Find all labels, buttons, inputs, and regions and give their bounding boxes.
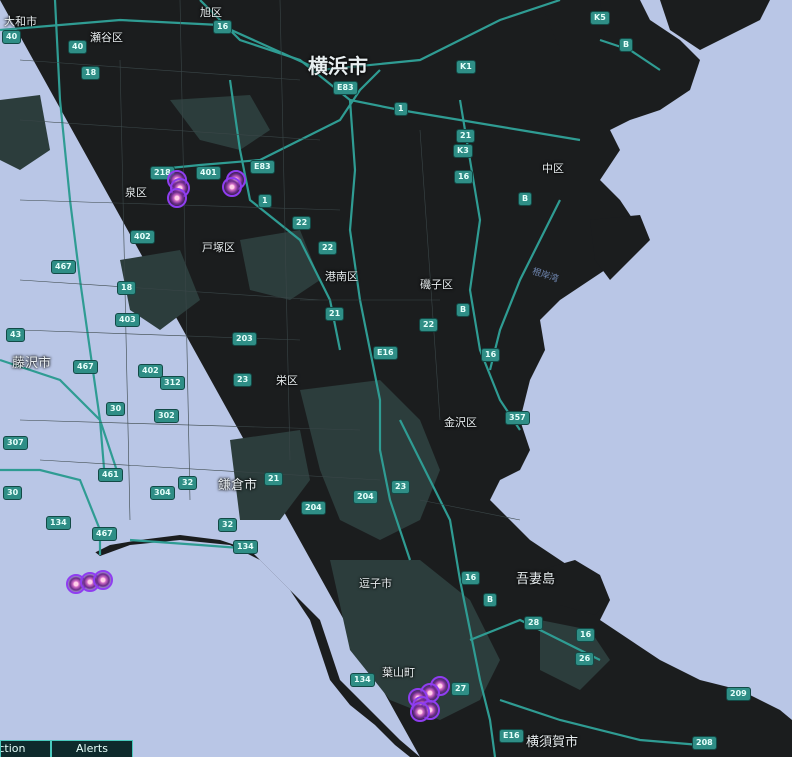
route-shield: 22 bbox=[292, 216, 312, 230]
route-shield: 134 bbox=[46, 516, 71, 530]
route-shield: 23 bbox=[233, 373, 253, 387]
route-shield: 307 bbox=[3, 436, 28, 450]
route-shield: 32 bbox=[218, 518, 238, 532]
place-label-owada: 大和市 bbox=[4, 15, 37, 28]
place-label-isogo: 磯子区 bbox=[420, 278, 453, 291]
tab-action[interactable]: Action bbox=[0, 740, 51, 757]
route-shield: 403 bbox=[115, 313, 140, 327]
route-shield: 21 bbox=[456, 129, 476, 143]
place-label-azuma: 吾妻島 bbox=[516, 572, 556, 587]
route-shield: 1 bbox=[394, 102, 408, 116]
route-shield: 401 bbox=[196, 166, 221, 180]
route-shield: 16 bbox=[213, 20, 233, 34]
place-label-konan: 港南区 bbox=[325, 270, 358, 283]
route-shield: 21 bbox=[325, 307, 345, 321]
route-shield: B bbox=[483, 593, 498, 607]
route-shield: 26 bbox=[575, 652, 595, 666]
place-label-izumi: 泉区 bbox=[125, 186, 147, 199]
route-shield: 28 bbox=[524, 616, 544, 630]
route-shield: 32 bbox=[178, 476, 198, 490]
route-shield: 22 bbox=[419, 318, 439, 332]
alert-marker[interactable] bbox=[222, 177, 242, 197]
alert-marker[interactable] bbox=[410, 702, 430, 722]
route-shield: 23 bbox=[391, 480, 411, 494]
route-shield: B bbox=[518, 192, 533, 206]
place-label-hayama: 葉山町 bbox=[382, 666, 415, 679]
alert-marker[interactable] bbox=[167, 188, 187, 208]
route-shield: 40 bbox=[68, 40, 88, 54]
route-shield: 1 bbox=[258, 194, 272, 208]
route-shield: B bbox=[619, 38, 634, 52]
route-shield: K5 bbox=[590, 11, 610, 25]
place-label-totsuka: 戸塚区 bbox=[202, 241, 235, 254]
route-shield: 134 bbox=[233, 540, 258, 554]
route-shield: 21 bbox=[264, 472, 284, 486]
route-shield: 203 bbox=[232, 332, 257, 346]
route-shield: 16 bbox=[576, 628, 596, 642]
route-shield: 461 bbox=[98, 468, 123, 482]
route-shield: E83 bbox=[250, 160, 275, 174]
place-label-naka: 中区 bbox=[542, 162, 564, 175]
bottom-tab-bar: Action Alerts bbox=[0, 740, 133, 757]
route-shield: 30 bbox=[106, 402, 126, 416]
route-shield: 204 bbox=[301, 501, 326, 515]
route-shield: 402 bbox=[138, 364, 163, 378]
route-shield: 40 bbox=[2, 30, 22, 44]
route-shield: 402 bbox=[130, 230, 155, 244]
route-shield: 18 bbox=[81, 66, 101, 80]
place-label-asahi: 旭区 bbox=[200, 6, 222, 19]
route-shield: 312 bbox=[160, 376, 185, 390]
place-label-fujisawa: 藤沢市 bbox=[12, 356, 52, 371]
place-label-yokohama: 横浜市 bbox=[308, 54, 368, 78]
route-shield: 467 bbox=[92, 527, 117, 541]
route-shield: K1 bbox=[456, 60, 476, 74]
route-shield: 302 bbox=[154, 409, 179, 423]
route-shield: 208 bbox=[692, 736, 717, 750]
route-shield: 16 bbox=[461, 571, 481, 585]
route-shield: E16 bbox=[373, 346, 398, 360]
route-shield: 22 bbox=[318, 241, 338, 255]
route-shield: E16 bbox=[499, 729, 524, 743]
route-shield: 467 bbox=[51, 260, 76, 274]
alert-marker[interactable] bbox=[93, 570, 113, 590]
tab-alerts[interactable]: Alerts bbox=[51, 740, 133, 757]
route-shield: 209 bbox=[726, 687, 751, 701]
route-shield: 43 bbox=[6, 328, 26, 342]
route-shield: 134 bbox=[350, 673, 375, 687]
place-label-kanazawa: 金沢区 bbox=[444, 416, 477, 429]
route-shield: 357 bbox=[505, 411, 530, 425]
place-label-sakae: 栄区 bbox=[276, 374, 298, 387]
route-shield: 16 bbox=[481, 348, 501, 362]
place-label-kamakura: 鎌倉市 bbox=[218, 478, 258, 493]
place-label-zushi: 逗子市 bbox=[359, 577, 392, 590]
route-shield: 16 bbox=[454, 170, 474, 184]
route-shield: K3 bbox=[453, 144, 473, 158]
route-shield: 18 bbox=[117, 281, 137, 295]
route-shield: 30 bbox=[3, 486, 23, 500]
place-label-seya: 瀬谷区 bbox=[90, 31, 123, 44]
route-shield: 27 bbox=[451, 682, 471, 696]
route-shield: 467 bbox=[73, 360, 98, 374]
route-shield: E83 bbox=[333, 81, 358, 95]
route-shield: 204 bbox=[353, 490, 378, 504]
place-label-yokosuka: 横須賀市 bbox=[526, 735, 579, 750]
route-shield: 304 bbox=[150, 486, 175, 500]
route-shield: B bbox=[456, 303, 471, 317]
